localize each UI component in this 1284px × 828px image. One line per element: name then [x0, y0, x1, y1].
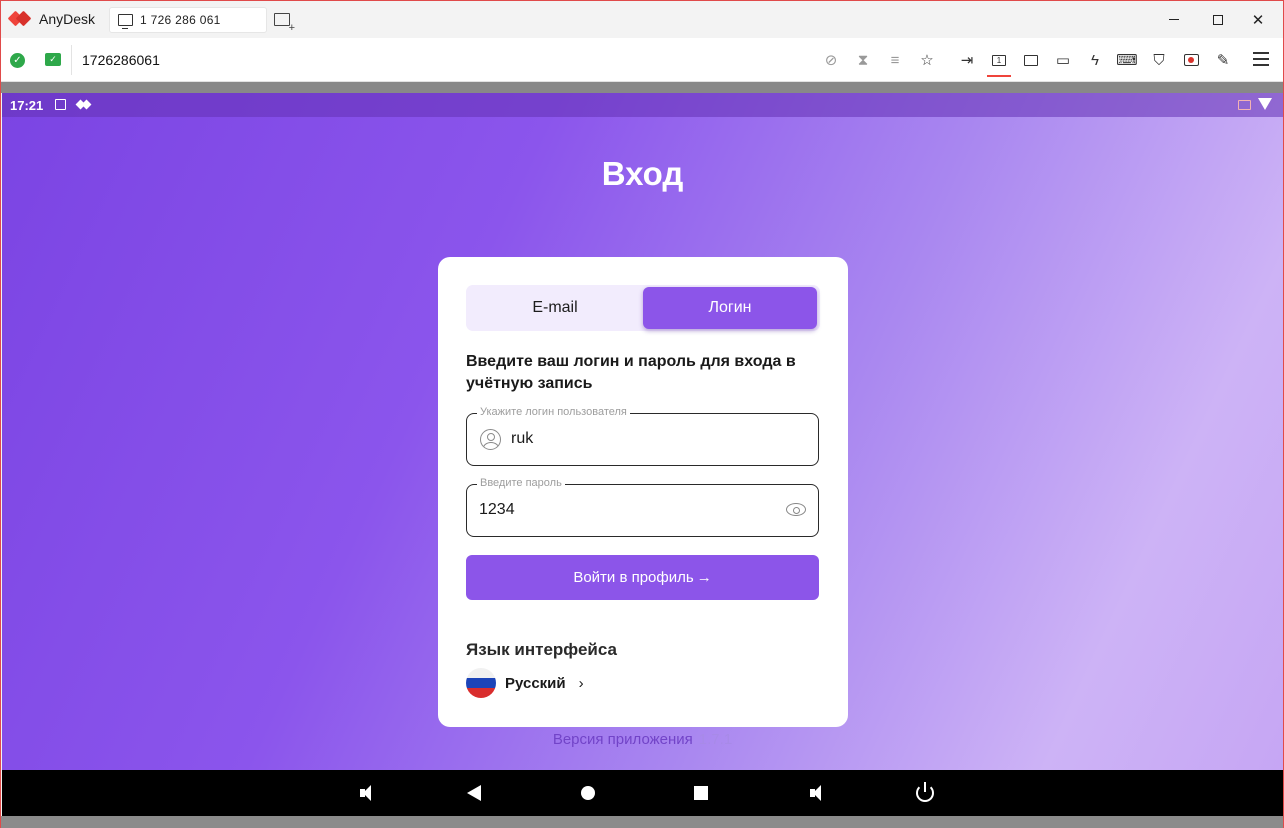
- volume-down-button[interactable]: [352, 783, 372, 803]
- volume-down-icon: [359, 785, 371, 801]
- app-version: Версия приложения 1.7.1: [2, 731, 1283, 748]
- home-button[interactable]: [578, 783, 598, 803]
- russia-flag-icon: [466, 668, 496, 698]
- monitor-icon: [118, 14, 133, 29]
- language-title: Язык интерфейса: [466, 640, 617, 659]
- wifi-icon: [1258, 98, 1272, 110]
- remote-screen[interactable]: 17:21 Вход E-mail Логин Введите ваш логи…: [2, 93, 1283, 770]
- toolbar-right: ⇥ 1 ▭ ϟ ⌨ ⛉ ✎: [951, 48, 1239, 77]
- back-button[interactable]: [464, 783, 484, 803]
- anydesk-window: AnyDesk 1 726 286 061 ✕ ✓ ✓ 1726286061 ⊘…: [0, 0, 1284, 828]
- tab-email[interactable]: E-mail: [468, 287, 642, 329]
- toolbar: ⊘ ⧗ ≡ ☆: [815, 48, 943, 72]
- login-button[interactable]: Войти в профиль →: [466, 555, 819, 600]
- login-card: E-mail Логин Введите ваш логин и пароль …: [438, 257, 848, 727]
- recents-button[interactable]: [691, 783, 711, 803]
- minimize-icon: [1169, 19, 1179, 20]
- login-method-switch: E-mail Логин: [466, 285, 820, 331]
- hourglass-icon[interactable]: ⧗: [847, 48, 879, 72]
- permissions-icon[interactable]: ⛉: [1143, 48, 1175, 72]
- page-title: Вход: [601, 155, 684, 192]
- close-button[interactable]: ✕: [1235, 1, 1281, 38]
- username-field[interactable]: Укажите логин пользователя ruk: [466, 406, 819, 466]
- screenshot-icon: [55, 99, 66, 110]
- home-icon: [581, 786, 595, 800]
- back-icon: [467, 785, 481, 801]
- version-label: Версия приложения: [552, 731, 693, 748]
- display-1-icon[interactable]: 1: [983, 48, 1015, 77]
- app-name: AnyDesk: [39, 11, 96, 27]
- title-bar: AnyDesk 1 726 286 061 ✕: [1, 1, 1283, 38]
- verified-icon: ✓: [45, 53, 61, 66]
- database-icon[interactable]: ≡: [879, 48, 911, 72]
- language-selector[interactable]: Русский ›: [466, 667, 584, 699]
- session-tab-label: 1 726 286 061: [140, 13, 221, 27]
- chevron-right-icon: ›: [578, 674, 584, 692]
- file-transfer-icon[interactable]: ⇥: [951, 48, 983, 72]
- status-time: 17:21: [10, 98, 44, 113]
- android-nav-bar: [2, 770, 1283, 816]
- login-button-label: Войти в профиль: [573, 569, 694, 586]
- language-value: Русский: [505, 674, 566, 692]
- connection-ok-icon: ✓: [10, 53, 25, 68]
- whiteboard-icon[interactable]: ✎: [1207, 48, 1239, 72]
- cast-icon: [1238, 100, 1251, 110]
- close-icon: ✕: [1251, 11, 1265, 29]
- display-icon[interactable]: [1015, 48, 1047, 72]
- menu-icon[interactable]: [1253, 52, 1269, 66]
- maximize-icon: [1213, 14, 1223, 25]
- password-field[interactable]: Введите пароль 1234: [466, 477, 819, 537]
- star-icon[interactable]: ☆: [911, 48, 943, 72]
- password-label: Введите пароль: [477, 477, 565, 489]
- power-button[interactable]: [915, 782, 935, 803]
- app-brand: AnyDesk: [7, 10, 96, 28]
- session-tab[interactable]: 1 726 286 061: [109, 7, 267, 33]
- bottom-border: [1, 816, 1283, 828]
- address-bar: ✓ ✓ 1726286061 ⊘ ⧗ ≡ ☆ ⇥ 1 ▭ ϟ ⌨ ⛉ ✎: [1, 38, 1283, 110]
- volume-up-button[interactable]: [802, 783, 822, 803]
- username-label: Укажите логин пользователя: [477, 406, 630, 418]
- anydesk-logo-icon: [7, 10, 32, 28]
- arrow-right-icon: →: [696, 569, 712, 586]
- login-prompt: Введите ваш логин и пароль для входа в у…: [466, 353, 796, 392]
- anydesk-status-icon-2: [81, 99, 92, 110]
- android-status-bar: 17:21: [2, 93, 1283, 117]
- actions-icon[interactable]: ϟ: [1079, 48, 1111, 72]
- version-number: 1.7.1: [698, 731, 733, 748]
- minimize-button[interactable]: [1151, 1, 1197, 38]
- viewport-border: [1, 82, 1283, 93]
- power-icon: [916, 782, 934, 802]
- keyboard-icon[interactable]: ⌨: [1111, 48, 1143, 72]
- tab-login[interactable]: Логин: [643, 287, 817, 329]
- user-icon: [480, 429, 501, 450]
- volume-up-icon: [809, 785, 821, 801]
- password-input[interactable]: 1234: [479, 501, 729, 519]
- recents-icon: [694, 786, 708, 800]
- record-icon[interactable]: [1175, 48, 1207, 72]
- username-input[interactable]: ruk: [511, 430, 761, 448]
- chat-icon[interactable]: ▭: [1047, 48, 1079, 72]
- show-password-icon[interactable]: [786, 503, 806, 516]
- new-session-icon[interactable]: [274, 13, 295, 34]
- privacy-icon[interactable]: ⊘: [815, 48, 847, 72]
